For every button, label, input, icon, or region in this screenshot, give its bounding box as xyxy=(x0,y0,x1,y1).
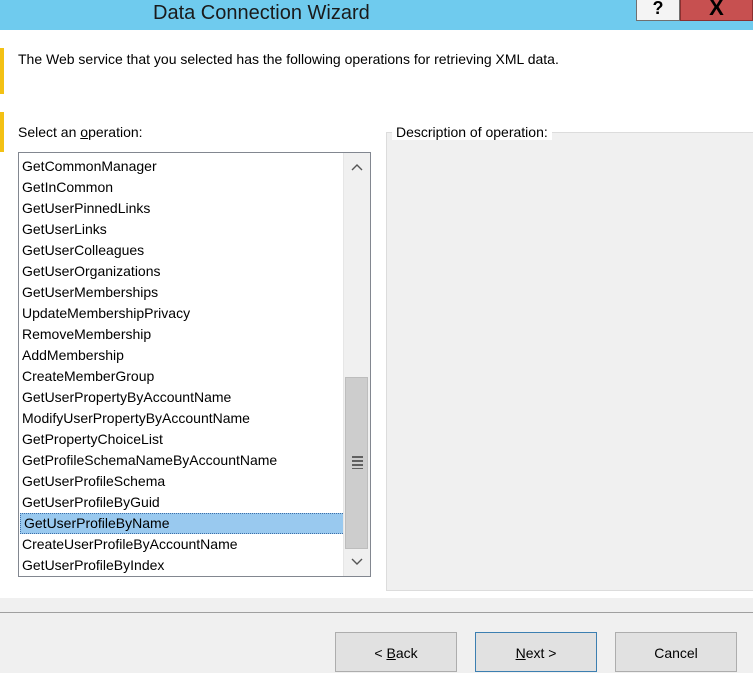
scroll-thumb[interactable] xyxy=(345,377,368,549)
window-title: Data Connection Wizard xyxy=(153,2,370,24)
operation-list-item[interactable]: GetUserPinnedLinks xyxy=(19,198,344,219)
header-panel xyxy=(0,30,753,112)
content-accent-bar xyxy=(0,112,4,152)
close-icon: X xyxy=(709,0,724,20)
description-label: Description of operation: xyxy=(392,124,552,140)
grip-icon xyxy=(352,456,363,469)
operation-list-item[interactable]: GetUserOrganizations xyxy=(19,261,344,282)
chevron-up-icon xyxy=(351,164,362,171)
scroll-up-button[interactable] xyxy=(344,156,369,178)
operation-list-item[interactable]: GetUserProfileSchema xyxy=(19,471,344,492)
title-bar: Data Connection Wizard ? X xyxy=(0,0,753,30)
header-accent-bar xyxy=(0,48,4,94)
operation-list-item[interactable]: UpdateMembershipPrivacy xyxy=(19,303,344,324)
description-group xyxy=(386,132,753,591)
operation-list-item[interactable]: GetUserProfileByIndex xyxy=(19,555,344,576)
operation-list-item[interactable]: CreateUserProfileByAccountName xyxy=(19,534,344,555)
operation-list-item[interactable]: GetUserPropertyByAccountName xyxy=(19,387,344,408)
operation-list-item[interactable]: GetUserLinks xyxy=(19,219,344,240)
chevron-down-icon xyxy=(351,558,362,565)
footer-separator xyxy=(0,612,753,613)
operation-list-item[interactable]: GetProfileSchemaNameByAccountName xyxy=(19,450,344,471)
cancel-button[interactable]: Cancel xyxy=(615,632,737,672)
operation-list-item[interactable]: AddMembership xyxy=(19,345,344,366)
operation-list-item[interactable]: GetInCommon xyxy=(19,177,344,198)
select-operation-label: Select an operation: xyxy=(18,124,143,140)
intro-text: The Web service that you selected has th… xyxy=(18,51,559,67)
help-icon: ? xyxy=(652,0,664,18)
scroll-down-button[interactable] xyxy=(344,551,369,573)
help-button[interactable]: ? xyxy=(636,0,680,21)
operations-scrollbar[interactable] xyxy=(343,153,370,576)
operation-list-item[interactable]: ModifyUserPropertyByAccountName xyxy=(19,408,344,429)
close-button[interactable]: X xyxy=(680,0,753,21)
operations-list: GetCommonManager GetInCommon GetUserPinned… xyxy=(19,156,345,576)
operation-list-item[interactable]: CreateMemberGroup xyxy=(19,366,344,387)
operation-list-item[interactable]: GetUserProfileByName xyxy=(20,513,345,534)
next-button[interactable]: Next > xyxy=(475,632,597,672)
back-button[interactable]: < Back xyxy=(335,632,457,672)
operations-listbox[interactable]: GetCommonManager GetInCommon GetUserPinned… xyxy=(18,152,371,577)
operation-list-item[interactable]: GetUserProfileByGuid xyxy=(19,492,344,513)
operation-list-item[interactable]: GetPropertyChoiceList xyxy=(19,429,344,450)
operation-list-item[interactable]: RemoveMembership xyxy=(19,324,344,345)
operation-list-item[interactable]: GetUserColleagues xyxy=(19,240,344,261)
operation-list-item[interactable]: GetCommonManager xyxy=(19,156,344,177)
operation-list-item[interactable]: GetUserMemberships xyxy=(19,282,344,303)
